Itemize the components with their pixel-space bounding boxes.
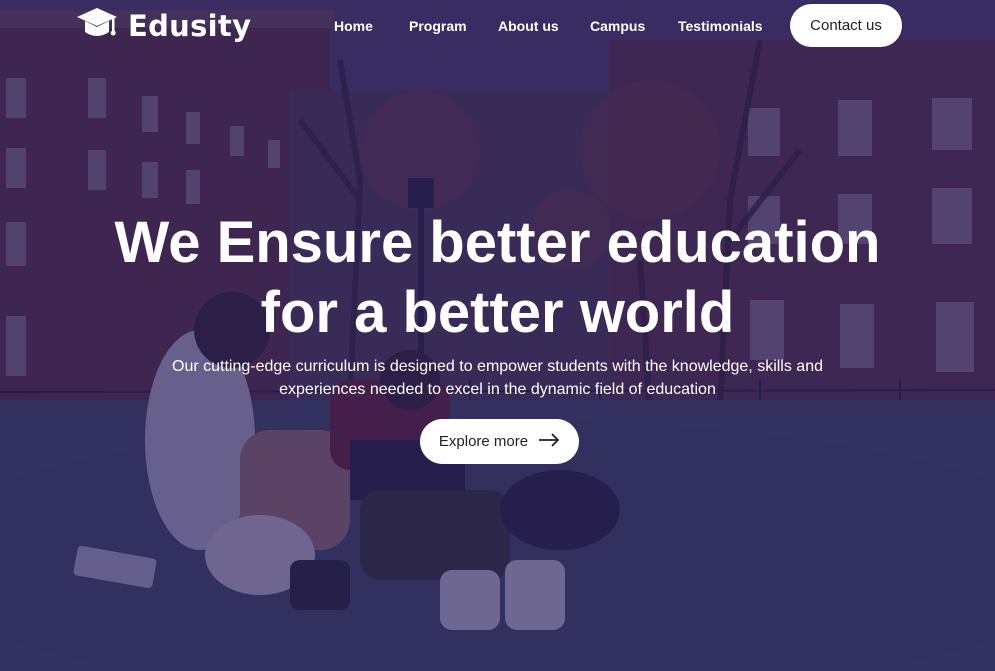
nav-item-campus[interactable]: Campus <box>590 18 678 34</box>
nav-menu: Home Program About us Campus Testimonial… <box>334 18 768 34</box>
nav-item-testimonials[interactable]: Testimonials <box>678 18 768 34</box>
hero-headline: We Ensure better education for a better … <box>0 208 995 348</box>
navbar: Edusity Home Program About us Campus Tes… <box>0 0 995 52</box>
nav-item-about-us[interactable]: About us <box>498 18 590 34</box>
brand-name: Edusity <box>128 9 252 43</box>
hero-description-line1: Our cutting-edge curriculum is designed … <box>172 358 823 375</box>
nav-item-home[interactable]: Home <box>334 18 409 34</box>
hero-headline-line1: We Ensure better education <box>114 210 881 275</box>
contact-us-button[interactable]: Contact us <box>790 4 902 47</box>
graduation-cap-icon <box>76 6 118 47</box>
hero-description: Our cutting-edge curriculum is designed … <box>0 355 995 401</box>
hero-description-line2: experiences needed to excel in the dynam… <box>279 381 716 398</box>
hero-headline-line2: for a better world <box>260 280 735 345</box>
explore-more-label: Explore more <box>438 433 529 450</box>
nav-item-program[interactable]: Program <box>409 18 498 34</box>
explore-more-button[interactable]: Explore more <box>420 419 579 464</box>
brand-logo[interactable]: Edusity <box>76 6 251 46</box>
arrow-right-icon <box>538 432 560 451</box>
